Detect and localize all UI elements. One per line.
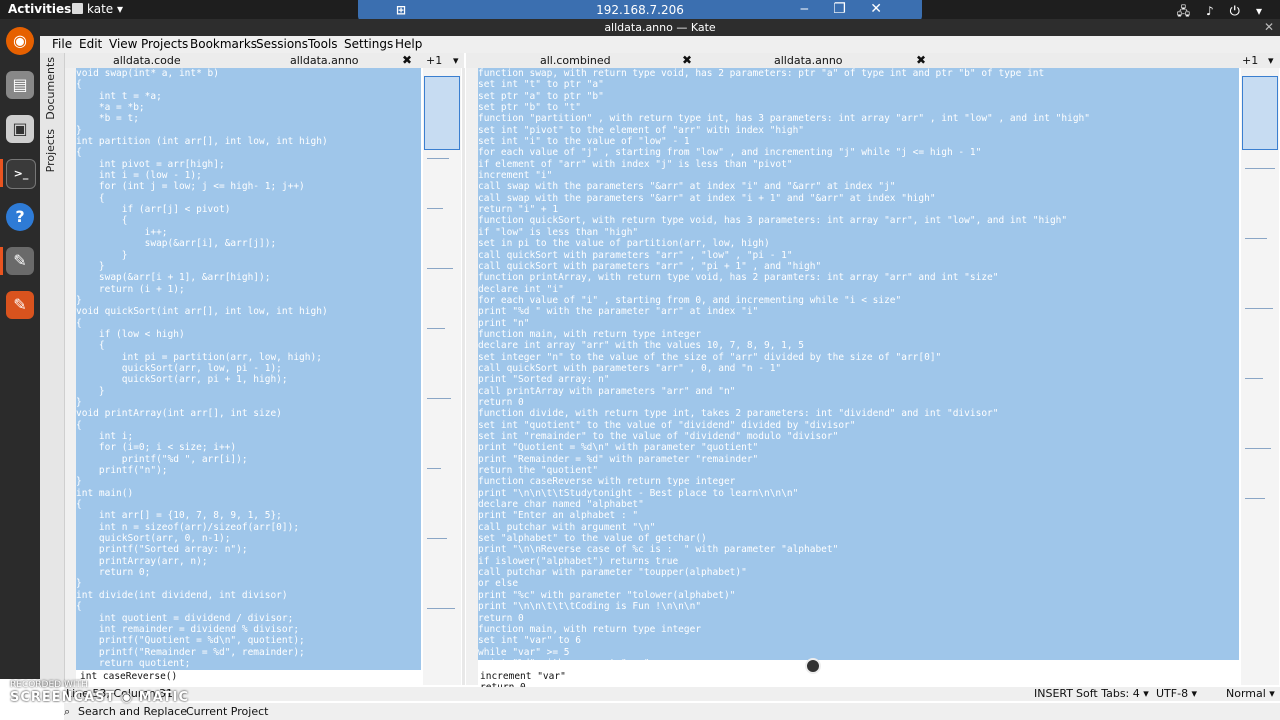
menu-help[interactable]: Help <box>395 37 422 51</box>
minimap-line <box>1245 498 1265 499</box>
close-icon[interactable]: ✕ <box>1264 19 1274 36</box>
tab-menu-icon[interactable]: ▾ <box>1268 54 1274 67</box>
minimap-line <box>427 208 443 209</box>
indentation-setting[interactable]: Soft Tabs: 4 ▾ <box>1076 687 1149 700</box>
dock: ◉ ▤ ▣ >_ ? ✎ ✎ <box>0 19 40 679</box>
close-tab-icon[interactable]: ✖ <box>682 53 692 67</box>
documents-tab[interactable]: Documents <box>44 57 57 120</box>
right-gutter <box>466 68 478 685</box>
tab-all-combined[interactable]: all.combined <box>540 54 611 67</box>
close-tab-icon[interactable]: ✖ <box>402 53 412 67</box>
left-gutter <box>65 68 76 685</box>
left-editor[interactable]: void swap(int* a, int* b) { int t = *a; … <box>76 68 421 670</box>
minimap-line <box>1245 168 1275 169</box>
minimap-line <box>1245 448 1271 449</box>
current-project-button[interactable]: Current Project <box>186 705 268 718</box>
menu-view[interactable]: View <box>109 37 137 51</box>
active-indicator <box>0 159 3 187</box>
watermark-line2: SCREENCAST ◉ MATIC <box>10 690 190 705</box>
app-name: kate ▾ <box>87 2 124 16</box>
syntax-mode[interactable]: Normal ▾ <box>1226 687 1275 700</box>
help-icon[interactable]: ? <box>6 203 34 231</box>
right-tab-bar: all.combined ✖ alldata.anno ✖ +1 ▾ <box>466 53 1280 68</box>
minimap-line <box>427 608 455 609</box>
menu-tools[interactable]: Tools <box>308 37 338 51</box>
watermark-line1: RECORDED WITH <box>10 680 88 690</box>
tab-alldata-anno[interactable]: alldata.anno <box>774 54 843 67</box>
minimap-line <box>427 468 441 469</box>
search-icon: ⌕ <box>64 705 71 718</box>
search-replace-button[interactable]: Search and Replace <box>78 705 187 718</box>
left-code-text: void swap(int* a, int* b) { int t = *a; … <box>76 68 328 669</box>
side-panel-tabs: Documents Projects <box>40 53 65 687</box>
left-tab-bar: alldata.code alldata.anno ✖ +1 ▾ <box>65 53 464 68</box>
menu-bar: File Edit View Projects Bookmarks Sessio… <box>40 36 1280 53</box>
activities-button[interactable]: Activities <box>8 2 71 16</box>
right-code-tail: increment "var" <box>480 671 566 682</box>
more-tabs[interactable]: +1 <box>426 54 442 67</box>
minimap-line <box>427 268 453 269</box>
menu-settings[interactable]: Settings <box>344 37 393 51</box>
tab-menu-icon[interactable]: ▾ <box>453 54 459 67</box>
right-editor[interactable]: function swap, with return type void, ha… <box>478 68 1239 660</box>
minimap-line <box>427 328 445 329</box>
menu-projects[interactable]: Projects <box>141 37 188 51</box>
tab-alldata-anno[interactable]: alldata.anno <box>290 54 359 67</box>
right-minimap[interactable] <box>1241 68 1279 685</box>
remote-window-controls[interactable]: ‒ ❐ ✕ <box>800 1 892 17</box>
app-menu[interactable]: kate ▾ <box>72 2 123 16</box>
bottom-toolbar: ⌕ Search and Replace Current Project <box>64 703 1280 720</box>
minimap-line <box>427 158 449 159</box>
menu-file[interactable]: File <box>52 37 72 51</box>
left-minimap[interactable] <box>423 68 461 685</box>
files-icon[interactable]: ▤ <box>6 71 34 99</box>
mouse-cursor-icon <box>805 658 821 674</box>
window-title-bar: alldata.anno — Kate ✕ <box>40 19 1280 36</box>
minimap-viewport[interactable] <box>1242 76 1278 150</box>
input-mode[interactable]: INSERT <box>1034 687 1073 700</box>
tab-alldata-code[interactable]: alldata.code <box>113 54 181 67</box>
menu-bookmarks[interactable]: Bookmarks <box>190 37 257 51</box>
minimap-line <box>427 538 447 539</box>
active-indicator <box>0 247 3 275</box>
terminal-icon[interactable]: >_ <box>6 159 36 189</box>
left-scrollbar[interactable] <box>462 68 465 685</box>
kate-app-icon <box>72 3 83 14</box>
minimap-line <box>1245 308 1273 309</box>
firefox-icon[interactable]: ◉ <box>6 27 34 55</box>
projects-tab[interactable]: Projects <box>44 129 57 172</box>
encoding-setting[interactable]: UTF-8 ▾ <box>1156 687 1197 700</box>
minimap-line <box>1245 238 1267 239</box>
kate-icon[interactable]: ✎ <box>6 291 34 319</box>
status-bar: Line 53, Column 31 INSERT Soft Tabs: 4 ▾… <box>64 687 1280 701</box>
minimap-viewport[interactable] <box>424 76 460 150</box>
menu-sessions[interactable]: Sessions <box>256 37 308 51</box>
right-code-text: function swap, with return type void, ha… <box>478 68 1090 660</box>
software-icon[interactable]: ▣ <box>6 115 34 143</box>
minimap-line <box>1245 378 1263 379</box>
window-title: alldata.anno — Kate <box>604 21 716 34</box>
watermark: RECORDED WITH SCREENCAST ◉ MATIC <box>10 680 189 705</box>
more-tabs[interactable]: +1 <box>1242 54 1258 67</box>
close-tab-icon[interactable]: ✖ <box>916 53 926 67</box>
menu-edit[interactable]: Edit <box>79 37 102 51</box>
minimap-line <box>427 398 451 399</box>
text-editor-icon[interactable]: ✎ <box>6 247 34 275</box>
